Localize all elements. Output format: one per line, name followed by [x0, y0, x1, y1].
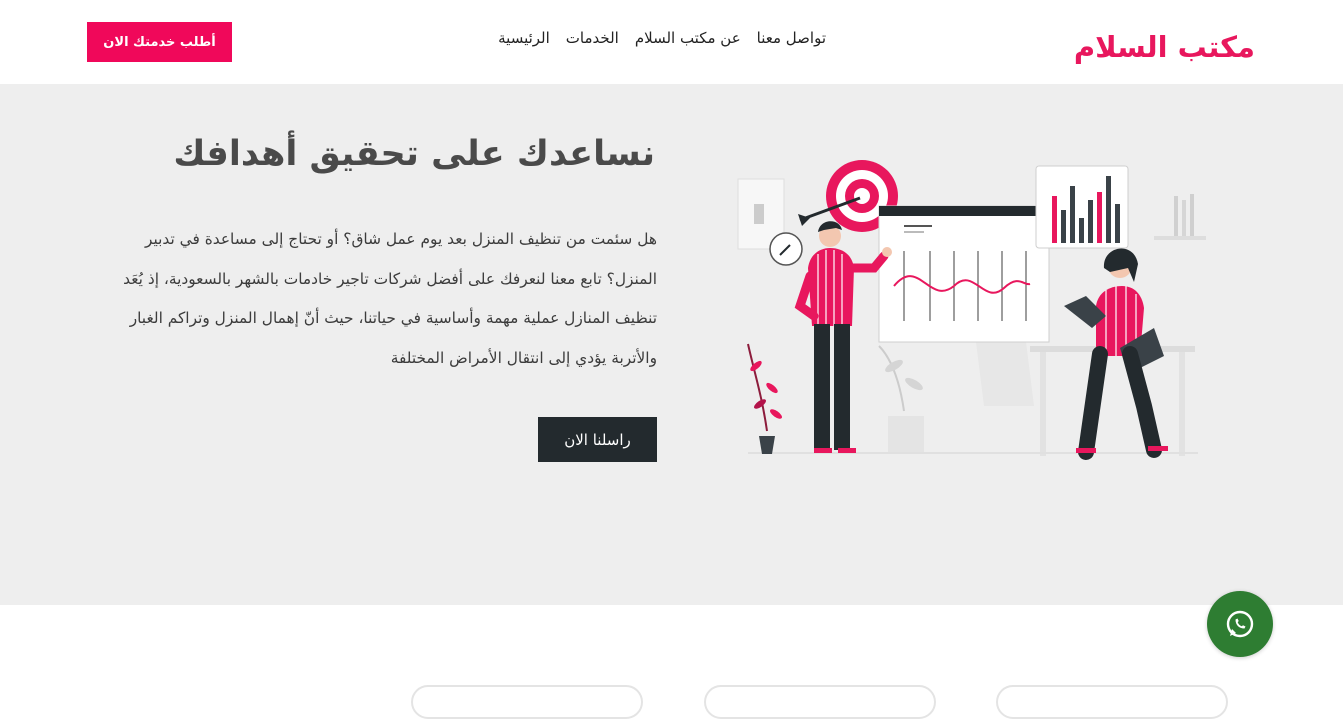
services-preview [0, 605, 1343, 719]
service-card[interactable] [411, 685, 643, 719]
service-card[interactable] [704, 685, 936, 719]
hero-description: هل سئمت من تنظيف المنزل بعد يوم عمل شاق؟… [123, 230, 657, 367]
main-nav: تواصل معنا عن مكتب السلام الخدمات الرئيس… [498, 26, 826, 50]
whatsapp-button[interactable] [1207, 591, 1273, 657]
nav-services[interactable]: الخدمات [566, 26, 619, 50]
nav-home[interactable]: الرئيسية [498, 26, 550, 50]
hero-title: نساعدك على تحقيق أهدافك [173, 134, 655, 174]
contact-us-button[interactable]: راسلنا الان [538, 417, 657, 462]
whatsapp-icon [1226, 610, 1254, 638]
hero-section: نساعدك على تحقيق أهدافك هل سئمت من تنظيف… [0, 84, 1343, 605]
brand-logo[interactable]: مكتب السلام [1074, 26, 1255, 68]
nav-contact[interactable]: تواصل معنا [757, 26, 826, 50]
business-goals-illustration [737, 160, 1206, 460]
nav-about[interactable]: عن مكتب السلام [635, 26, 741, 50]
request-service-button[interactable]: أطلب خدمتك الان [87, 22, 232, 62]
service-card[interactable] [996, 685, 1228, 719]
site-header: مكتب السلام تواصل معنا عن مكتب السلام ال… [0, 0, 1343, 84]
